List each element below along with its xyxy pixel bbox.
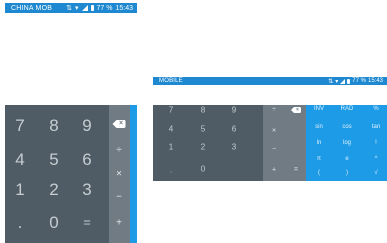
digit-9-key[interactable]: 9: [232, 106, 236, 115]
divide-key[interactable]: ÷: [116, 145, 122, 156]
digit-3-key[interactable]: 3: [232, 143, 236, 152]
landscape-operator-pad: [263, 105, 306, 181]
log-key[interactable]: log: [343, 140, 351, 146]
plus-key[interactable]: +: [272, 167, 276, 174]
landscape-display: [153, 85, 387, 105]
digit-7-key[interactable]: 7: [15, 116, 24, 136]
signal-icon: [81, 5, 88, 11]
data-icon: ⇅: [328, 78, 334, 85]
portrait-status-bar: CHINA MOB ⇅ ▾ 77 % 15:43: [5, 3, 137, 13]
battery-icon: [347, 78, 351, 84]
digit-1-key[interactable]: 1: [15, 180, 24, 200]
wifi-icon: ▾: [335, 78, 339, 85]
battery-percent: 77 %: [352, 78, 366, 84]
digit-6-key[interactable]: 6: [232, 125, 236, 134]
portrait-calculator: CHINA MOB ⇅ ▾ 77 % 15:43 7 8 9 4 5 6 1 2…: [5, 3, 137, 243]
rad-key[interactable]: RAD: [341, 106, 354, 112]
battery-percent: 77 %: [96, 4, 113, 12]
equals-key[interactable]: =: [83, 215, 91, 230]
digit-5-key[interactable]: 5: [49, 150, 58, 170]
plus-key[interactable]: +: [116, 218, 122, 229]
digit-5-key[interactable]: 5: [201, 125, 205, 134]
decimal-key[interactable]: .: [170, 166, 172, 175]
multiply-key[interactable]: ×: [272, 128, 276, 135]
digit-3-key[interactable]: 3: [82, 180, 91, 200]
equals-key[interactable]: =: [294, 167, 298, 174]
sqrt-key[interactable]: √: [374, 170, 377, 176]
digit-2-key[interactable]: 2: [49, 180, 58, 200]
pi-key[interactable]: π: [317, 156, 321, 162]
carrier-label: MOBILE: [159, 78, 183, 84]
digit-0-key[interactable]: 0: [49, 213, 58, 233]
clock: 15:43: [367, 78, 383, 84]
portrait-display: [5, 13, 137, 105]
signal-icon: [340, 78, 346, 84]
digit-8-key[interactable]: 8: [201, 106, 205, 115]
landscape-status-bar: MOBILE ⇅ ▾ 77 % 15:43: [153, 77, 387, 85]
data-icon: ⇅: [66, 5, 72, 12]
e-key[interactable]: e: [345, 156, 348, 162]
digit-4-key[interactable]: 4: [169, 125, 173, 134]
power-key[interactable]: ^: [375, 156, 378, 162]
digit-8-key[interactable]: 8: [49, 116, 58, 136]
digit-1-key[interactable]: 1: [169, 143, 173, 152]
digit-6-key[interactable]: 6: [82, 150, 91, 170]
divide-key[interactable]: ÷: [272, 107, 276, 114]
digit-2-key[interactable]: 2: [201, 143, 205, 152]
ln-key[interactable]: ln: [317, 140, 322, 146]
delete-key[interactable]: ×: [112, 120, 126, 128]
percent-key[interactable]: %: [373, 106, 378, 112]
landscape-calculator: MOBILE ⇅ ▾ 77 % 15:43 7 8 9 4 5 6 1 2 3 …: [153, 77, 387, 181]
delete-key[interactable]: ×: [291, 107, 301, 113]
digit-0-key[interactable]: 0: [201, 165, 205, 174]
decimal-key[interactable]: .: [18, 213, 23, 233]
carrier-label: CHINA MOB: [11, 4, 53, 12]
battery-icon: [90, 5, 94, 11]
digit-9-key[interactable]: 9: [82, 116, 91, 136]
minus-key[interactable]: −: [272, 146, 276, 153]
portrait-advanced-panel-edge[interactable]: [130, 105, 137, 243]
close-paren-key[interactable]: ): [346, 170, 348, 176]
clock: 15:43: [115, 4, 133, 12]
digit-4-key[interactable]: 4: [15, 150, 24, 170]
open-paren-key[interactable]: (: [318, 170, 320, 176]
minus-key[interactable]: −: [116, 192, 122, 203]
multiply-key[interactable]: ×: [116, 169, 122, 180]
tan-key[interactable]: tan: [372, 124, 380, 130]
digit-7-key[interactable]: 7: [169, 106, 173, 115]
factorial-key[interactable]: !: [375, 140, 377, 146]
cos-key[interactable]: cos: [342, 124, 351, 130]
wifi-icon: ▾: [74, 5, 79, 12]
inv-key[interactable]: INV: [314, 106, 324, 112]
sin-key[interactable]: sin: [315, 124, 323, 130]
